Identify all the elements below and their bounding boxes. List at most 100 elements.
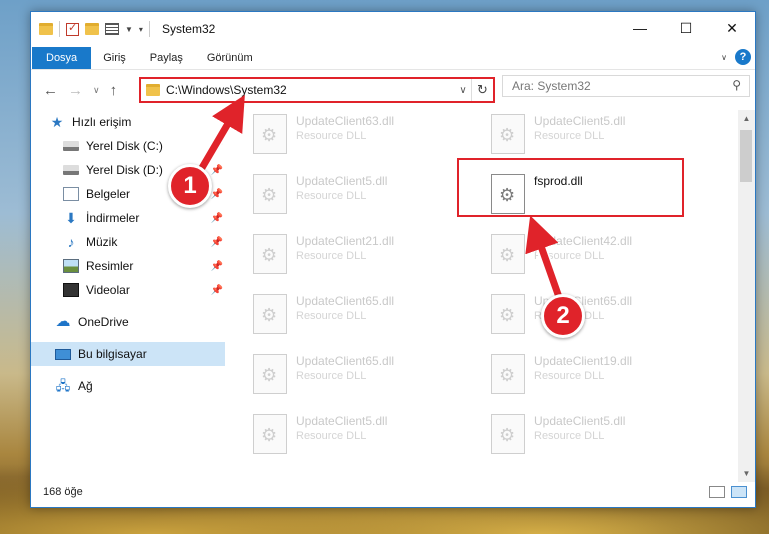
forward-arrow-icon[interactable]: → [68,82,83,99]
file-tile[interactable]: UpdateClient5.dll Resource DLL [253,174,483,226]
pin-icon[interactable]: 📌 [211,213,223,224]
large-icons-view-icon[interactable] [731,486,747,498]
sidebar-item-disk-c[interactable]: Yerel Disk (C:) 📌 [31,134,225,158]
properties-check-icon[interactable] [66,21,79,36]
onedrive-icon: ☁ [55,313,71,330]
pin-icon[interactable]: 📌 [211,237,223,248]
sidebar-item-quick-access[interactable]: ★ Hızlı erişim [31,110,225,134]
sidebar-item-label: Yerel Disk (C:) [86,139,163,153]
dll-file-icon [491,114,525,154]
star-icon: ★ [50,114,64,130]
folder-icon [146,84,160,96]
search-input[interactable]: Ara: System32 ⚲ [502,75,750,97]
dll-file-icon [253,294,287,334]
file-tile[interactable]: UpdateClient5.dll Resource DLL [491,414,721,466]
recent-locations-icon[interactable]: ∨ [93,85,100,96]
address-bar[interactable]: C:\Windows\System32 ∨ ↻ [139,77,495,103]
file-name: UpdateClient5.dll [534,414,626,428]
dll-file-icon [253,174,287,214]
file-tile[interactable]: UpdateClient21.dll Resource DLL [253,234,483,286]
file-tile[interactable]: UpdateClient65.dllResource DLL [491,294,721,346]
file-description: Resource DLL [296,430,367,442]
chevron-down-icon[interactable]: ∨ [455,85,471,96]
sidebar-item-downloads[interactable]: ⬇ İndirmeler 📌 [31,206,225,230]
sidebar-item-label: Bu bilgisayar [78,347,147,361]
pictures-icon [63,259,79,273]
properties-icon[interactable] [105,23,119,35]
pin-icon[interactable]: 📌 [211,189,223,200]
dll-file-icon [253,354,287,394]
sidebar-item-label: Videolar [86,283,130,297]
tab-home[interactable]: Giriş [91,47,138,69]
file-tile[interactable]: UpdateClient42.dll Resource DLL [491,234,721,286]
details-view-icon[interactable] [709,486,725,498]
file-tile[interactable]: UpdateClient5.dll Resource DLL [253,414,483,466]
file-name: UpdateClient19.dll [534,354,633,368]
sidebar-item-label: Resimler [86,259,134,273]
pin-icon[interactable]: 📌 [211,165,223,176]
file-tile[interactable]: UpdateClient19.dll Resource DLL [491,354,721,406]
file-name: UpdateClient21.dll [296,234,395,248]
tab-share[interactable]: Paylaş [138,47,195,69]
search-placeholder: Ara: System32 [512,79,591,93]
network-icon: 🖧 [55,378,71,393]
maximize-button[interactable]: ☐ [663,12,709,44]
view-toggle [709,486,747,498]
file-tile[interactable]: UpdateClient63.dll Resource DLL [253,114,483,166]
file-description: Resource DLL [296,370,367,382]
help-button[interactable]: ? [735,49,751,65]
file-name: UpdateClient63.dll [296,114,395,128]
search-icon[interactable]: ⚲ [732,78,741,92]
file-explorer-window: ▼ ▾ System32 — ☐ ✕ Dosya Giriş Paylaş Gö… [30,11,756,508]
computer-icon [55,348,71,360]
navigation-buttons: ← → ∨ ↑ [31,82,117,99]
close-button[interactable]: ✕ [709,12,755,44]
customize-toolbar-icon[interactable]: ▾ [139,25,143,34]
tab-view[interactable]: Görünüm [195,47,265,69]
address-path[interactable]: C:\Windows\System32 [166,83,455,97]
scroll-up-icon[interactable]: ▲ [738,110,755,127]
pin-icon[interactable]: 📌 [211,261,223,272]
documents-icon [63,187,79,201]
music-icon: ♪ [67,234,75,250]
pin-icon[interactable]: 📌 [211,141,223,152]
folder-icon [39,23,53,35]
file-name: UpdateClient5.dll [296,414,388,428]
scrollbar-thumb[interactable] [740,130,752,182]
file-description: Resource DLL [534,430,605,442]
file-name: UpdateClient65.dll [296,294,395,308]
vertical-scrollbar[interactable]: ▲ ▼ [738,110,755,482]
status-item-count: 168 öğe [43,486,83,498]
new-folder-icon[interactable] [85,23,99,35]
dll-file-icon [491,354,525,394]
scroll-down-icon[interactable]: ▼ [738,465,755,482]
dll-file-icon [491,234,525,274]
step-badge-2: 2 [541,294,585,338]
file-description: Resource DLL [534,370,605,382]
file-description: Resource DLL [296,310,367,322]
sidebar-item-pictures[interactable]: Resimler 📌 [31,254,225,278]
pin-icon[interactable]: 📌 [211,285,223,296]
ribbon-right: ∨ ? [721,49,751,65]
up-arrow-icon[interactable]: ↑ [110,82,118,99]
minimize-button[interactable]: — [617,12,663,44]
file-tile[interactable]: UpdateClient65.dllResource DLL [253,354,483,406]
sidebar-item-label: Ağ [78,379,93,393]
refresh-icon[interactable]: ↻ [471,79,493,101]
file-name: UpdateClient42.dll [534,234,633,248]
highlight-box-file [457,158,684,217]
sidebar-item-onedrive[interactable]: ☁ OneDrive [31,310,225,334]
dll-file-icon [491,294,525,334]
sidebar-item-videos[interactable]: Videolar 📌 [31,278,225,302]
expand-ribbon-icon[interactable]: ∨ [721,53,727,62]
chevron-down-icon[interactable]: ▼ [125,25,133,34]
drive-icon [63,141,79,151]
sidebar-item-network[interactable]: 🖧 Ağ [31,374,225,398]
sidebar-item-music[interactable]: ♪ Müzik 📌 [31,230,225,254]
file-description: Resource DLL [296,250,367,262]
sidebar-item-this-pc[interactable]: Bu bilgisayar [31,342,225,366]
back-arrow-icon[interactable]: ← [43,82,58,99]
tab-file[interactable]: Dosya [32,46,92,69]
title-bar: ▼ ▾ System32 — ☐ ✕ [31,12,755,46]
file-tile[interactable]: UpdateClient65.dll Resource DLL [253,294,483,346]
